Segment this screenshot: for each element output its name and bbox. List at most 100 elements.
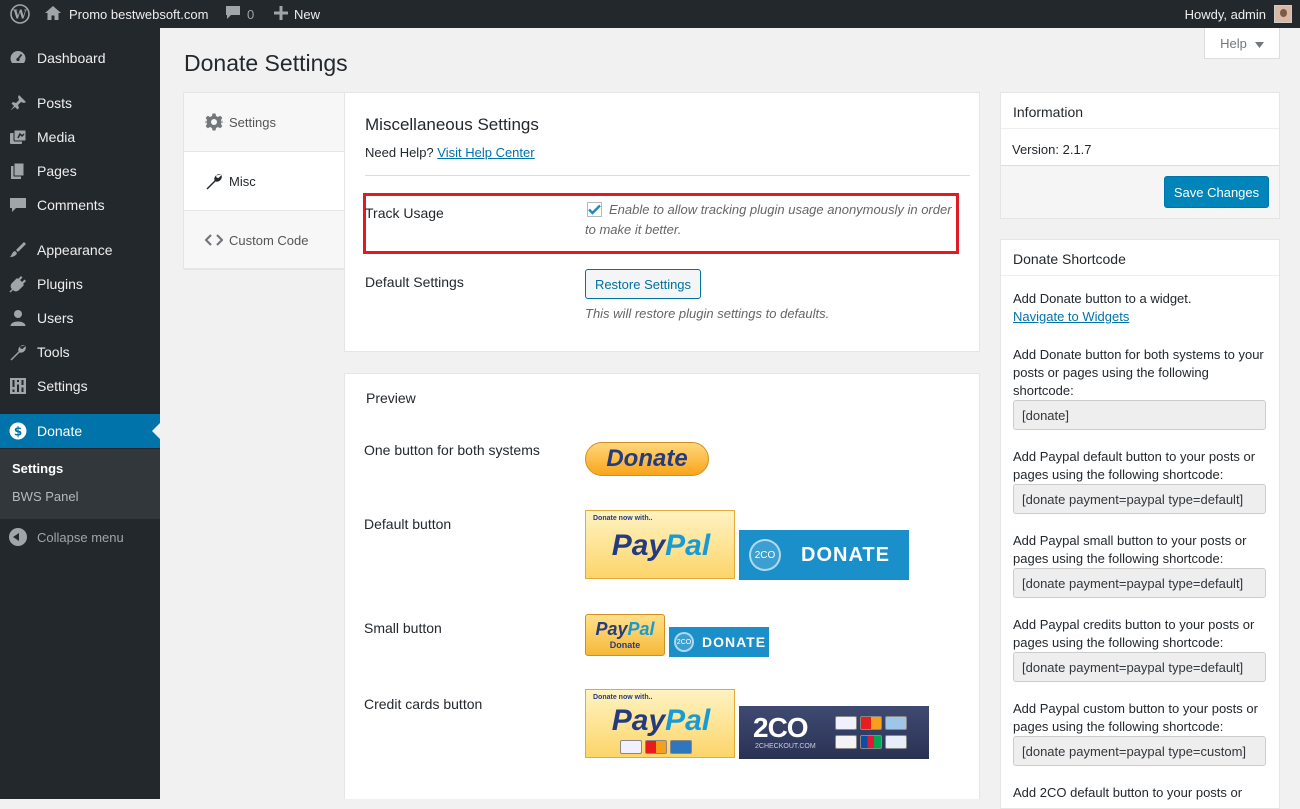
shortcode-description: Add Donate button for both systems to yo… <box>1013 347 1264 398</box>
new-content-link[interactable]: New <box>274 0 320 28</box>
sidebar-item-label: Donate <box>37 423 83 439</box>
2co-logo-icon: 2CO <box>674 632 694 652</box>
donate-both-button[interactable]: Donate <box>585 442 709 476</box>
dashboard-icon <box>8 49 28 67</box>
shortcode-field[interactable] <box>1013 484 1266 514</box>
restore-description: This will restore plugin settings to def… <box>585 306 830 321</box>
card-logos-top <box>835 716 907 730</box>
sidebar-item-donate[interactable]: $ Donate <box>0 414 160 448</box>
shortcode-description: Add 2CO default button to your posts or <box>1013 785 1243 800</box>
help-center-link[interactable]: Visit Help Center <box>437 145 534 160</box>
card-logos <box>620 740 692 754</box>
sidebar-item-plugins[interactable]: Plugins <box>0 267 160 301</box>
admin-sidebar: Dashboard Posts Media Pages Comments App… <box>0 28 160 799</box>
2co-donate-label: DONATE <box>801 543 890 566</box>
information-title: Information <box>1013 104 1084 120</box>
2co-credit-cards-button[interactable]: 2CO 2CHECKOUT.COM <box>739 706 929 759</box>
site-name: Promo bestwebsoft.com <box>69 6 209 22</box>
settings-icon <box>8 377 28 395</box>
preview-panel: Preview One button for both systems Dona… <box>344 373 980 799</box>
paypal-logo: PayPal <box>595 619 655 639</box>
2co-donate-label: DONATE <box>702 634 767 650</box>
sidebar-item-label: Comments <box>37 197 105 213</box>
sidebar-item-label: Users <box>37 310 74 326</box>
tab-settings[interactable]: Settings <box>184 93 345 152</box>
wordpress-logo-icon[interactable]: W <box>7 0 33 28</box>
sidebar-item-posts[interactable]: Posts <box>0 86 160 120</box>
2co-default-button[interactable]: 2CO DONATE <box>739 530 909 580</box>
shortcode-field[interactable] <box>1013 652 1266 682</box>
2co-logo-icon: 2CO <box>749 539 781 571</box>
comments-count: 0 <box>247 6 255 22</box>
sidebar-item-users[interactable]: Users <box>0 301 160 335</box>
comment-icon <box>8 196 28 214</box>
mastercard-icon <box>860 716 882 730</box>
sidebar-item-label: Plugins <box>37 276 83 292</box>
track-usage-description: Enable to allow tracking plugin usage an… <box>585 202 952 237</box>
restore-settings-button[interactable]: Restore Settings <box>585 269 701 299</box>
help-prefix: Need Help? <box>365 145 434 160</box>
paypal-tagline: Donate now with.. <box>593 515 653 522</box>
paypal-tagline: Donate now with.. <box>593 694 653 701</box>
submenu-item-bws-panel[interactable]: BWS Panel <box>12 489 78 504</box>
credit-cards-button-label: Credit cards button <box>364 696 483 712</box>
paypal-logo: PayPal <box>611 704 711 737</box>
paypal-default-button[interactable]: Donate now with.. PayPal <box>585 510 735 579</box>
collapse-label: Collapse menu <box>37 529 124 545</box>
help-tab-button[interactable]: Help <box>1204 28 1280 59</box>
shortcode-description: Add Paypal custom button to your posts o… <box>1013 701 1258 734</box>
sidebar-item-tools[interactable]: Tools <box>0 335 160 369</box>
sidebar-item-media[interactable]: Media <box>0 120 160 154</box>
track-usage-label: Track Usage <box>365 205 444 221</box>
admin-bar: W Promo bestwebsoft.com 0 New Howdy, adm… <box>0 0 1300 28</box>
pages-icon <box>8 162 28 180</box>
sidebar-item-dashboard[interactable]: Dashboard <box>0 41 160 75</box>
dollar-icon: $ <box>8 422 28 440</box>
shortcode-field[interactable] <box>1013 400 1266 430</box>
comments-link[interactable]: 0 <box>225 0 254 28</box>
default-button-label: Default button <box>364 516 452 532</box>
sidebar-item-pages[interactable]: Pages <box>0 154 160 188</box>
sidebar-item-label: Tools <box>37 344 70 360</box>
mastercard-icon <box>645 740 667 754</box>
default-settings-label: Default Settings <box>365 274 464 290</box>
shortcode-field[interactable] <box>1013 736 1266 766</box>
collapse-menu-button[interactable]: Collapse menu <box>0 522 160 552</box>
account-menu[interactable]: Howdy, admin <box>1185 0 1292 28</box>
jcb-card-icon <box>860 735 882 749</box>
paypal-credit-cards-button[interactable]: Donate now with.. PayPal <box>585 689 735 758</box>
sidebar-item-comments[interactable]: Comments <box>0 188 160 222</box>
submenu-item-settings[interactable]: Settings <box>12 461 63 476</box>
tab-custom-code[interactable]: Custom Code <box>184 211 345 270</box>
divider <box>1001 128 1279 129</box>
comment-icon <box>225 5 241 23</box>
sidebar-item-label: Dashboard <box>37 50 106 66</box>
site-name-link[interactable]: Promo bestwebsoft.com <box>45 0 208 28</box>
version-value: 2.1.7 <box>1062 142 1092 157</box>
paypal-small-button[interactable]: PayPal Donate <box>585 614 665 656</box>
tab-misc[interactable]: Misc <box>184 152 346 211</box>
avatar <box>1274 5 1292 23</box>
sidebar-item-label: Settings <box>37 378 88 394</box>
sidebar-item-appearance[interactable]: Appearance <box>0 233 160 267</box>
plugin-icon <box>8 275 28 293</box>
shortcode-field[interactable] <box>1013 568 1266 598</box>
divider <box>365 175 970 176</box>
save-changes-button[interactable]: Save Changes <box>1164 176 1269 208</box>
shortcode-description: Add Paypal small button to your posts or… <box>1013 533 1247 566</box>
tab-label: Misc <box>229 173 256 189</box>
user-icon <box>8 309 28 327</box>
visa-card-icon <box>835 716 857 730</box>
settings-tabs: Settings Misc Custom Code <box>183 92 346 270</box>
howdy-text: Howdy, admin <box>1184 6 1266 22</box>
paypal-donate-text: Donate <box>609 640 641 650</box>
sidebar-item-settings[interactable]: Settings <box>0 369 160 403</box>
track-usage-checkbox[interactable] <box>587 202 602 217</box>
shortcode-description: Add Paypal credits button to your posts … <box>1013 617 1255 650</box>
help-line: Need Help? Visit Help Center <box>365 145 535 160</box>
2co-small-button[interactable]: 2CO DONATE <box>669 627 769 657</box>
donate-submenu: Settings BWS Panel <box>0 449 160 519</box>
collapse-arrow-icon <box>9 528 27 546</box>
widget-text: Add Donate button to a widget. Navigate … <box>1013 291 1192 324</box>
navigate-to-widgets-link[interactable]: Navigate to Widgets <box>1013 309 1129 324</box>
